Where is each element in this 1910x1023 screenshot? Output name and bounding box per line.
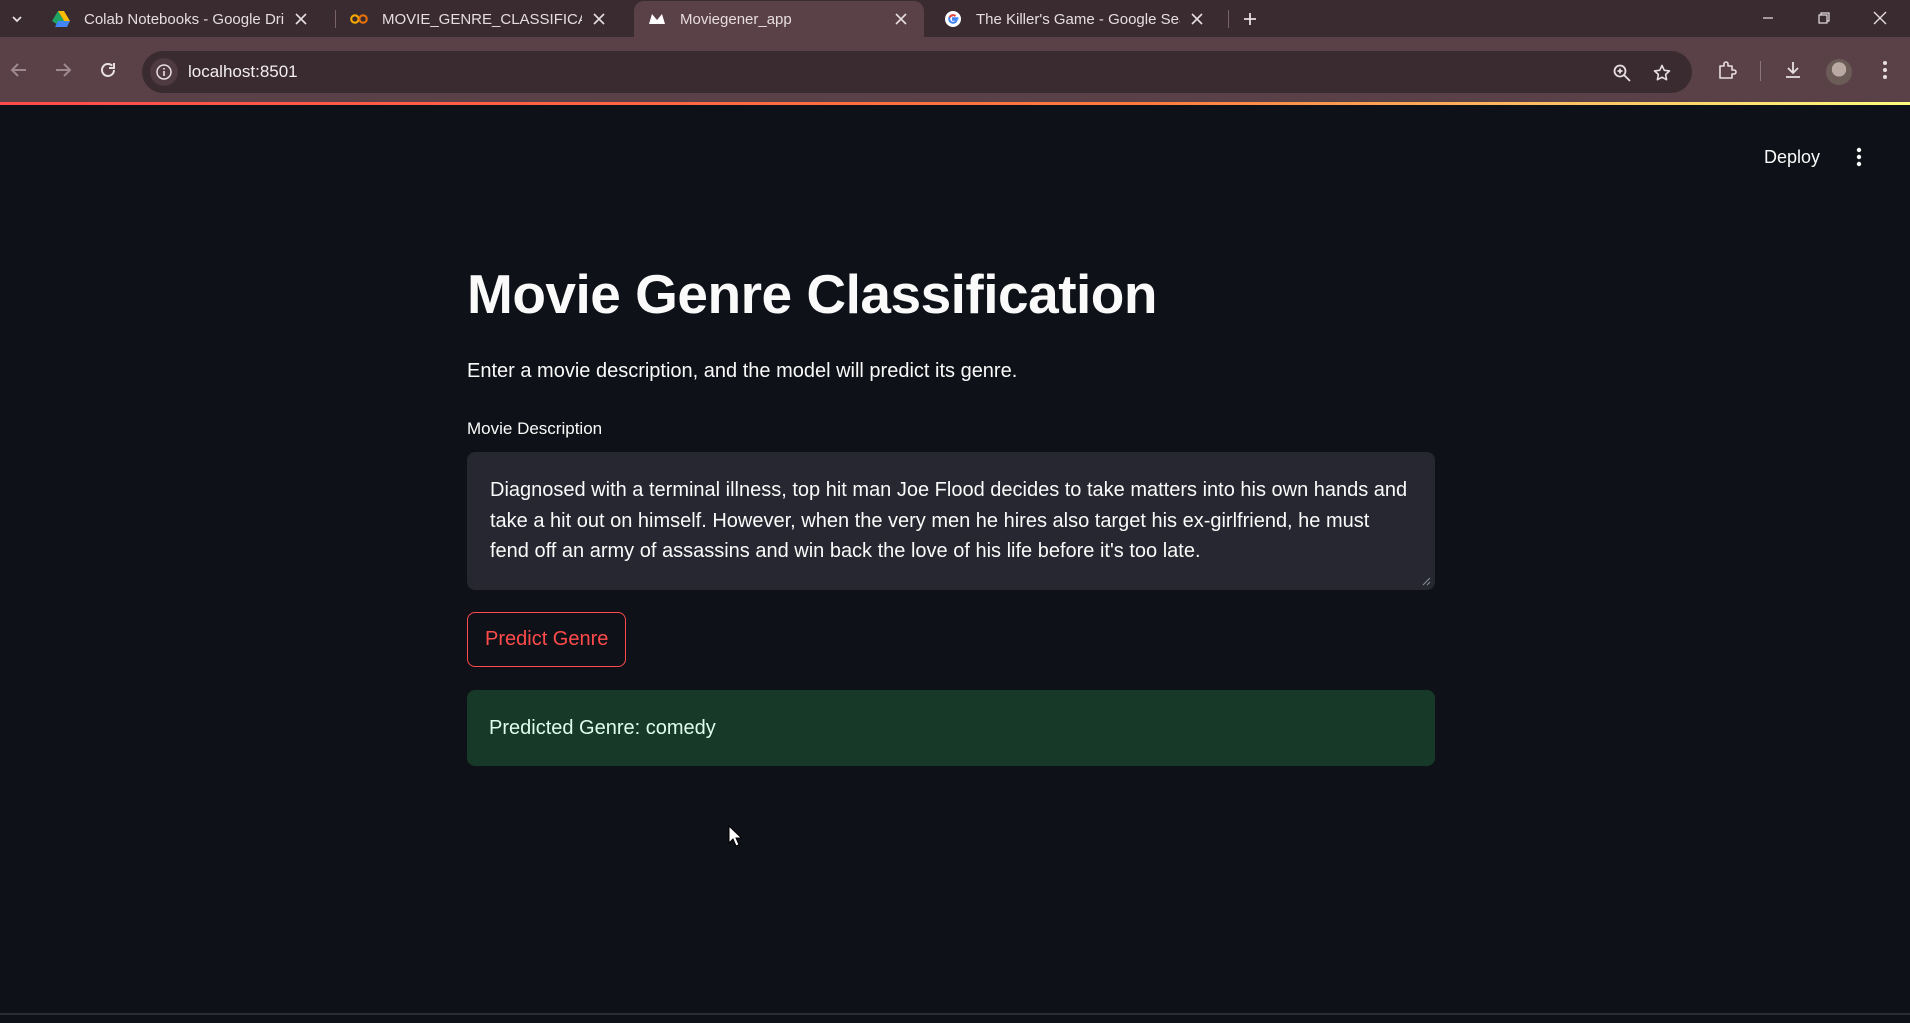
movie-description-text: Diagnosed with a terminal illness, top h…	[490, 479, 1408, 562]
app-menu-button[interactable]	[1845, 139, 1873, 175]
arrow-left-icon	[10, 63, 26, 77]
close-icon[interactable]	[1188, 10, 1206, 28]
extensions-button[interactable]	[1711, 54, 1743, 86]
colab-icon	[350, 10, 368, 28]
chevron-down-icon	[12, 16, 22, 23]
tab-title: Colab Notebooks - Google Drive	[84, 10, 284, 28]
tab-search-button[interactable]	[4, 6, 30, 32]
tab-title: The Killer's Game - Google Search	[976, 10, 1180, 28]
page-title: Movie Genre Classification	[467, 263, 1158, 325]
tab-moviegener-app[interactable]: Moviegener_app	[634, 1, 924, 37]
prediction-result: Predicted Genre: comedy	[467, 690, 1435, 766]
toolbar-divider	[1760, 61, 1761, 81]
browser-toolbar: localhost:8501	[0, 37, 1910, 103]
close-icon[interactable]	[892, 10, 910, 28]
reload-icon	[101, 63, 115, 77]
tab-google-search[interactable]: The Killer's Game - Google Search	[930, 1, 1220, 37]
google-icon	[944, 10, 962, 28]
forward-button[interactable]	[46, 53, 80, 87]
address-bar[interactable]: localhost:8501	[142, 51, 1692, 93]
puzzle-icon	[1719, 61, 1737, 79]
close-window-button[interactable]	[1852, 0, 1908, 36]
plus-icon	[1244, 13, 1256, 25]
movie-description-label: Movie Description	[467, 419, 603, 438]
close-icon[interactable]	[292, 10, 310, 28]
profile-avatar[interactable]	[1826, 59, 1852, 85]
prediction-result-text: Predicted Genre: comedy	[489, 716, 716, 739]
tab-separator	[1228, 10, 1229, 28]
new-tab-button[interactable]	[1237, 6, 1263, 32]
page-subtitle: Enter a movie description, and the model…	[467, 360, 1018, 382]
browser-menu-button[interactable]	[1869, 54, 1901, 86]
close-icon[interactable]	[590, 10, 608, 28]
tab-title: MOVIE_GENRE_CLASSIFICATION	[382, 10, 582, 28]
reload-button[interactable]	[91, 53, 125, 87]
star-icon	[1653, 64, 1671, 81]
download-icon	[1786, 62, 1800, 78]
streamlit-app: Deploy Movie Genre Classification Enter …	[0, 105, 1910, 1023]
zoom-button[interactable]	[1609, 60, 1635, 86]
site-info-button[interactable]	[150, 58, 178, 86]
resize-handle-icon[interactable]	[1421, 576, 1431, 586]
url-text: localhost:8501	[188, 62, 298, 81]
google-drive-icon	[52, 10, 70, 28]
restore-button[interactable]	[1796, 0, 1852, 36]
deploy-button[interactable]: Deploy	[1748, 139, 1836, 175]
tab-google-drive[interactable]: Colab Notebooks - Google Drive	[38, 1, 324, 37]
minimize-icon	[1763, 17, 1773, 19]
close-icon	[1873, 11, 1887, 25]
kebab-menu-icon	[1883, 61, 1887, 79]
bottom-border	[0, 1013, 1910, 1015]
movie-description-input[interactable]: Diagnosed with a terminal illness, top h…	[467, 452, 1435, 590]
bookmark-button[interactable]	[1649, 60, 1675, 86]
minimize-button[interactable]	[1740, 0, 1796, 36]
restore-icon	[1818, 12, 1830, 24]
predict-genre-button[interactable]: Predict Genre	[467, 612, 627, 667]
tab-colab-notebook[interactable]: MOVIE_GENRE_CLASSIFICATION	[336, 1, 622, 37]
kebab-menu-icon	[1856, 147, 1862, 167]
tab-title: Moviegener_app	[680, 10, 792, 28]
mouse-cursor-icon	[728, 825, 742, 847]
arrow-right-icon	[56, 63, 72, 77]
tab-strip: Colab Notebooks - Google Drive MOVIE_GEN…	[0, 0, 1910, 37]
zoom-icon	[1613, 64, 1631, 82]
downloads-button[interactable]	[1777, 54, 1809, 86]
streamlit-icon	[648, 10, 666, 28]
info-icon	[156, 64, 172, 80]
back-button[interactable]	[2, 53, 36, 87]
